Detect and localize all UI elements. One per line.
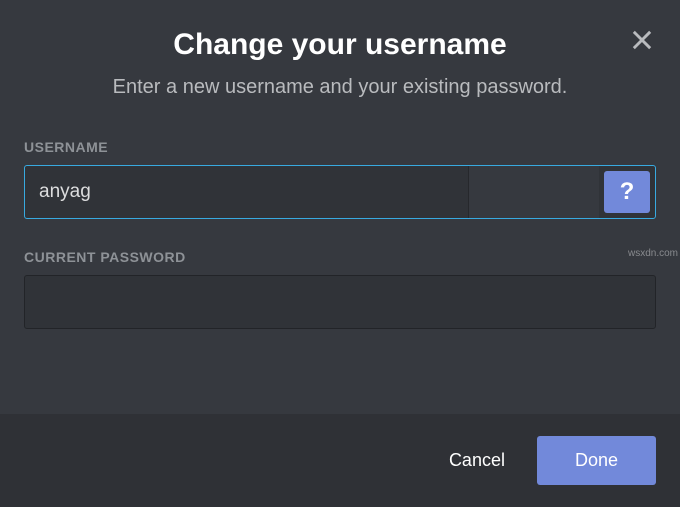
modal-footer: Cancel Done — [0, 414, 680, 507]
close-icon — [628, 26, 656, 54]
discriminator-input[interactable] — [469, 166, 599, 218]
modal-subtitle: Enter a new username and your existing p… — [24, 76, 656, 99]
username-input[interactable] — [25, 166, 469, 218]
form-body: USERNAME ? CURRENT PASSWORD — [0, 119, 680, 414]
modal-title: Change your username — [24, 28, 656, 62]
question-icon: ? — [620, 178, 635, 206]
cancel-button[interactable]: Cancel — [441, 438, 513, 483]
help-button[interactable]: ? — [604, 171, 650, 213]
username-row: ? — [24, 165, 656, 219]
username-label: USERNAME — [24, 139, 656, 155]
modal-header: Change your username Enter a new usernam… — [0, 0, 680, 119]
done-button[interactable]: Done — [537, 436, 656, 485]
watermark-text: wsxdn.com — [628, 248, 678, 259]
password-label: CURRENT PASSWORD — [24, 249, 656, 265]
close-button[interactable] — [628, 26, 656, 54]
password-input[interactable] — [24, 275, 656, 329]
change-username-modal: Change your username Enter a new usernam… — [0, 0, 680, 507]
